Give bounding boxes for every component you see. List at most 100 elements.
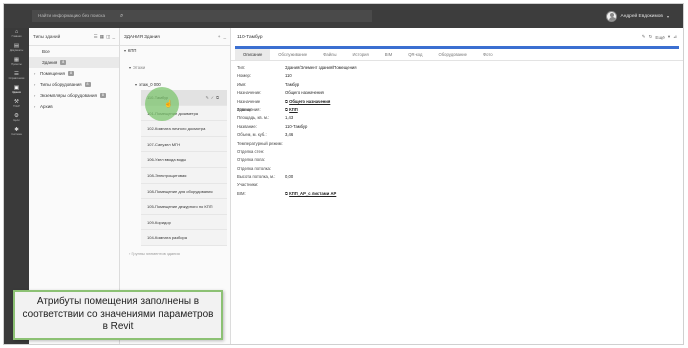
callout-text: Атрибуты помещения заполнены в соответст… — [22, 296, 214, 332]
user-name: Андрей Евдокимов — [620, 13, 663, 19]
item-label: Архив — [40, 104, 53, 109]
chevron-down-icon[interactable]: ▾ — [135, 83, 137, 87]
refresh-icon[interactable]: ↻ — [649, 34, 653, 40]
rail-label: Здания — [12, 91, 21, 94]
property-link[interactable]: Общего назначения — [289, 98, 330, 106]
tab-photo[interactable]: Фото — [475, 49, 501, 60]
property-key: Здание: — [237, 106, 253, 112]
chevron-right-icon[interactable]: › — [34, 90, 35, 101]
more-button[interactable]: Ещё — [655, 35, 664, 40]
property-key: Площадь, кв. м.: — [237, 115, 270, 121]
edit-icon[interactable]: ✎ — [642, 34, 646, 40]
tab-description[interactable]: Описание — [235, 49, 271, 60]
row-actions[interactable]: ✎✓⧉ — [205, 90, 221, 106]
property-value: Здания/Элемент здания/Помещения — [285, 65, 357, 70]
property-key: Тип: — [237, 65, 246, 70]
search-icon[interactable]: ⌕ — [120, 10, 123, 22]
room-label: 102-Комната личного досмотра — [147, 126, 206, 132]
room-item[interactable]: 102-Комната личного досмотра — [141, 121, 227, 137]
chevron-right-icon[interactable]: › — [34, 68, 35, 79]
rail-item-goals[interactable]: ⚙ Цели — [4, 112, 29, 126]
property-link[interactable]: КПП_АР_с листами АР — [289, 190, 336, 198]
property-key: Назначение помещения: — [237, 98, 261, 112]
property-value: 0,00 — [285, 174, 294, 180]
item-label: Группы элементов здания — [131, 250, 180, 256]
add-icon[interactable]: + — [218, 34, 221, 39]
room-item[interactable]: 108-Электрощитовая — [141, 167, 227, 184]
tree-item-archive[interactable]: › Архив — [29, 101, 119, 112]
count-badge: 8 — [60, 60, 67, 66]
property-key: Имя: — [237, 81, 247, 87]
properties-list: Тип: Здания/Элемент здания/Помещения Номе… — [231, 61, 683, 198]
panel-header: ЗДАНИЯ Здания + _ — [120, 28, 230, 46]
property-key: Температурный режим: — [237, 140, 283, 146]
room-item[interactable]: 107-Санузел МГН — [141, 136, 227, 153]
details-title: 110-Тамбур — [237, 34, 263, 40]
rail-item-system[interactable]: ✱ Система — [4, 126, 29, 140]
room-item[interactable]: 104-Комната разбора — [141, 230, 227, 246]
room-label: 104-Комната разбора — [147, 235, 187, 241]
property-row: Назначение: Общего назначения — [237, 89, 683, 97]
property-row: Здание: ⧉ КПП — [237, 106, 683, 114]
chevron-down-icon[interactable]: ▾ — [124, 49, 126, 53]
tree-item-equipment-instances[interactable]: › Экземпляры оборудования 8 — [29, 90, 119, 101]
chevron-down-icon[interactable]: ▾ — [668, 34, 670, 40]
rail-label: Справочники — [8, 77, 25, 80]
property-row: Назначение помещения: ⧉ Общего назначения — [237, 98, 683, 112]
rail-label: Цели — [13, 119, 20, 122]
room-item[interactable]: 109-Коридор — [141, 214, 227, 231]
tree-item-equipment-types[interactable]: › Типы оборудования 8 — [29, 79, 119, 90]
item-label: этаж_0 000 — [138, 82, 161, 87]
rail-item-projects[interactable]: ▦ Проекты — [4, 56, 29, 70]
property-value: 110 — [285, 73, 292, 79]
property-value: 110-Тамбур — [285, 123, 308, 129]
tab-maintenance[interactable]: Обслуживание — [270, 49, 315, 60]
rail-item-buildings[interactable]: ▣ Здания — [4, 84, 29, 98]
tree-item-building[interactable]: ▾ КПП — [120, 46, 230, 56]
list-item-all[interactable]: Все — [29, 46, 119, 57]
property-key: BIM: — [237, 190, 246, 196]
list-item-buildings[interactable]: Здания 8 — [29, 57, 119, 68]
property-row: Отделка потолка: — [237, 165, 683, 173]
tab-equipment[interactable]: Оборудование — [430, 49, 474, 60]
details-header: 110-Тамбур ✎ ↻ Ещё ▾ ⊿ — [231, 28, 683, 46]
global-search[interactable]: Найти информацию без поиска ⌕ — [32, 10, 372, 22]
rail-item-home[interactable]: ⌂ Главная — [4, 28, 29, 42]
tree-item-floor[interactable]: ▾ этаж_0 000 — [120, 80, 230, 90]
filter-icon[interactable]: ◫ — [106, 34, 110, 40]
grid-view-icon[interactable]: ▦ — [100, 34, 104, 40]
rail-item-documents[interactable]: ▤ Документы — [4, 42, 29, 56]
chevron-down-icon[interactable]: ▾ — [129, 66, 131, 70]
minimize-icon[interactable]: _ — [112, 34, 115, 39]
property-row: Площадь, кв. м.: 1,43 — [237, 114, 683, 122]
tab-qr-code[interactable]: QR-код — [400, 49, 430, 60]
tree-item-rooms[interactable]: › Помещения 8 — [29, 68, 119, 79]
room-item[interactable]: 106-Узел ввода воды — [141, 152, 227, 168]
chevron-right-icon[interactable]: › — [34, 79, 35, 90]
panel-title: Типы зданий — [33, 34, 61, 39]
tab-files[interactable]: Файлы — [315, 49, 344, 60]
item-label: Типы оборудования — [40, 82, 82, 87]
pin-icon[interactable]: ⊿ — [673, 34, 677, 40]
room-item[interactable]: 105-Помещение дежурного по КПП — [141, 199, 227, 215]
property-link[interactable]: КПП — [289, 106, 298, 114]
tab-history[interactable]: История — [345, 49, 377, 60]
chevron-right-icon[interactable]: › — [34, 101, 35, 112]
property-row: Имя: Тамбур — [237, 81, 683, 89]
list-view-icon[interactable]: ☰ — [94, 34, 98, 40]
rail-label: ТОиР — [13, 105, 20, 108]
minimize-icon[interactable]: _ — [223, 34, 226, 39]
room-label: 108-Помещение для оборудования — [147, 188, 213, 194]
rail-item-tasks[interactable]: ⚒ ТОиР — [4, 98, 29, 112]
panel-header: Типы зданий ☰ ▦ ◫ _ — [29, 28, 119, 46]
tree-item-floors[interactable]: ▾ Этажи — [120, 63, 230, 73]
room-item[interactable]: 108-Помещение для оборудования — [141, 183, 227, 200]
item-label: Здания — [42, 60, 58, 65]
rail-item-catalogs[interactable]: ☰ Справочники — [4, 70, 29, 84]
tab-bim[interactable]: BIM — [377, 49, 400, 60]
top-bar: Найти информацию без поиска ⌕ Андрей Евд… — [4, 4, 683, 28]
item-label: Этажи — [132, 65, 146, 70]
tree-item-element-groups[interactable]: › Группы элементов здания — [120, 249, 230, 259]
room-label: 106-Узел ввода воды — [147, 157, 187, 163]
user-menu[interactable]: Андрей Евдокимов ▾ — [605, 8, 669, 24]
